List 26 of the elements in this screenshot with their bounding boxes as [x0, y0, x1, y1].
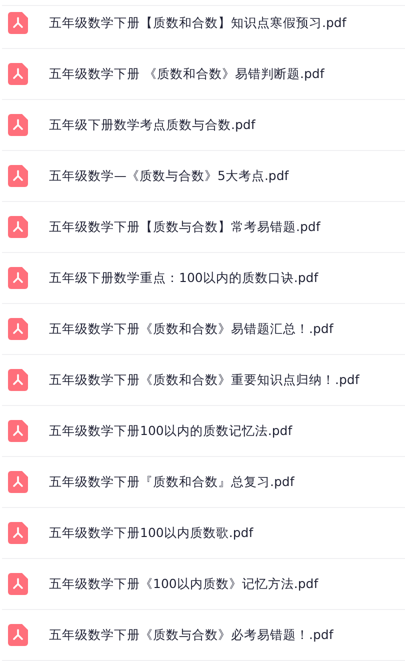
- pdf-file-icon: [8, 114, 28, 136]
- file-name[interactable]: 五年级下册数学重点：100以内的质数口诀.pdf: [49, 270, 318, 286]
- pdf-file-icon: [8, 63, 28, 85]
- pdf-file-icon: [8, 216, 28, 238]
- pdf-file-icon: [8, 318, 28, 340]
- file-name[interactable]: 五年级数学下册《100以内质数》记忆方法.pdf: [49, 576, 318, 592]
- file-name[interactable]: 五年级数学下册《质数和合数》易错题汇总！.pdf: [49, 320, 334, 338]
- pdf-file-icon: [8, 165, 28, 187]
- file-name[interactable]: 五年级数学下册100以内质数歌.pdf: [49, 524, 254, 542]
- pdf-file-icon: [8, 369, 28, 391]
- pdf-file-icon: [8, 624, 28, 646]
- pdf-file-icon: [8, 420, 28, 442]
- file-name[interactable]: 五年级数学下册【质数和合数】知识点寒假预习.pdf: [49, 14, 346, 32]
- file-name[interactable]: 五年级数学—《质数与合数》5大考点.pdf: [49, 168, 289, 184]
- file-name[interactable]: 五年级数学下册《质数与合数》必考易错题！.pdf: [49, 626, 334, 644]
- pdf-file-icon: [8, 471, 28, 493]
- file-name[interactable]: 五年级数学下册『质数和合数』总复习.pdf: [49, 474, 294, 490]
- pdf-file-icon: [8, 12, 28, 34]
- pdf-file-icon: [8, 573, 28, 595]
- file-name[interactable]: 五年级下册数学考点质数与合数.pdf: [49, 116, 256, 134]
- pdf-file-icon: [8, 522, 28, 544]
- pdf-file-icon: [8, 267, 28, 289]
- file-name[interactable]: 五年级数学下册 《质数和合数》易错判断题.pdf: [49, 66, 324, 82]
- file-name[interactable]: 五年级数学下册《质数和合数》重要知识点归纳！.pdf: [49, 372, 360, 388]
- file-name[interactable]: 五年级数学下册【质数与合数】常考易错题.pdf: [49, 218, 320, 236]
- file-name[interactable]: 五年级数学下册100以内的质数记忆法.pdf: [49, 422, 292, 440]
